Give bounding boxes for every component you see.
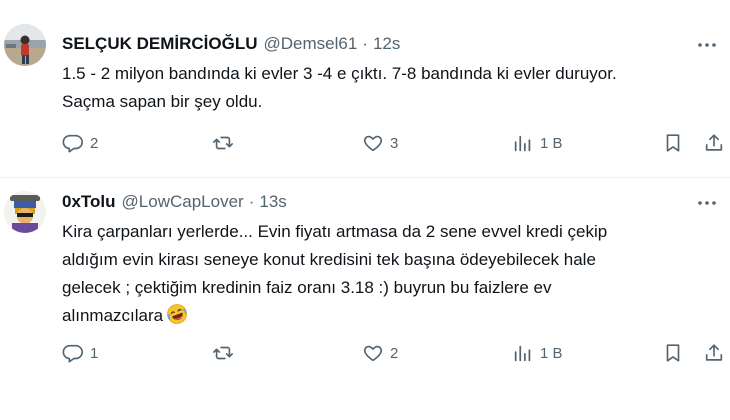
heart-icon (363, 345, 383, 362)
bookmark-button[interactable] (662, 338, 684, 368)
views-count: 1 B (540, 344, 563, 362)
share-icon (705, 134, 723, 151)
reply-icon (62, 134, 83, 153)
avatar[interactable] (4, 24, 46, 66)
share-button[interactable] (703, 128, 725, 158)
share-icon (705, 344, 723, 361)
rolling-laughing-emoji-icon (166, 303, 188, 325)
tweet[interactable]: SELÇUK DEMİRCİOĞLU @Demsel61 · 12s 1.5 -… (0, 0, 730, 178)
action-bar: 2 3 1 B (0, 128, 730, 158)
tweet-text-line: aldığım evin kirası seneye konut kredisi… (62, 250, 596, 269)
tweet-text-line-last: alınmazcılara (62, 302, 722, 330)
tweet[interactable]: 0xTolu @LowCapLover · 13s Kira çarpanlar… (0, 178, 730, 420)
reply-button[interactable]: 1 (62, 338, 98, 368)
retweet-icon (213, 346, 233, 360)
tweet-text-line: 1.5 - 2 milyon bandında ki evler 3 -4 e … (62, 64, 617, 83)
tweet-text: 1.5 - 2 milyon bandında ki evler 3 -4 e … (62, 60, 722, 116)
reply-count: 2 (90, 134, 99, 152)
separator-dot: · (248, 192, 255, 211)
reply-count: 1 (90, 344, 99, 362)
bookmark-button[interactable] (662, 128, 684, 158)
tweet-text-line: gelecek ; çektiğim kredinin faiz oranı 3… (62, 278, 552, 297)
author-name[interactable]: SELÇUK DEMİRCİOĞLU (62, 34, 258, 54)
retweet-icon (213, 136, 233, 150)
share-button[interactable] (703, 338, 725, 368)
separator-dot: · (362, 34, 368, 53)
action-bar: 1 2 1 B (0, 338, 730, 368)
analytics-icon (514, 345, 531, 362)
reply-icon (62, 344, 83, 363)
more-options-icon[interactable] (692, 191, 722, 215)
tweet-text-line: alınmazcılara (62, 306, 164, 325)
heart-icon (363, 135, 383, 152)
views-button[interactable]: 1 B (512, 338, 563, 368)
tweet-text-line: Saçma sapan bir şey oldu. (62, 92, 263, 111)
avatar[interactable] (4, 191, 46, 233)
like-button[interactable]: 2 (362, 338, 398, 368)
views-count: 1 B (540, 134, 563, 152)
views-button[interactable]: 1 B (512, 128, 563, 158)
tweet-header: 0xTolu @LowCapLover · 13s (62, 190, 287, 214)
tweet-text-line: Kira çarpanları yerlerde... Evin fiyatı … (62, 222, 608, 241)
bookmark-icon (666, 344, 680, 362)
tweet-header: SELÇUK DEMİRCİOĞLU @Demsel61 · 12s (62, 32, 400, 56)
timestamp[interactable]: 12s (373, 34, 400, 54)
like-button[interactable]: 3 (362, 128, 398, 158)
like-count: 3 (390, 134, 399, 152)
author-handle[interactable]: @LowCapLover (122, 192, 244, 212)
timestamp[interactable]: 13s (259, 192, 286, 212)
reply-button[interactable]: 2 (62, 128, 98, 158)
retweet-button[interactable] (212, 338, 240, 368)
more-options-icon[interactable] (692, 33, 722, 57)
author-name[interactable]: 0xTolu (62, 192, 116, 212)
author-handle[interactable]: @Demsel61 (264, 34, 358, 54)
retweet-button[interactable] (212, 128, 240, 158)
like-count: 2 (390, 344, 399, 362)
tweet-text: Kira çarpanları yerlerde... Evin fiyatı … (62, 218, 722, 330)
analytics-icon (514, 135, 531, 152)
bookmark-icon (666, 134, 680, 152)
